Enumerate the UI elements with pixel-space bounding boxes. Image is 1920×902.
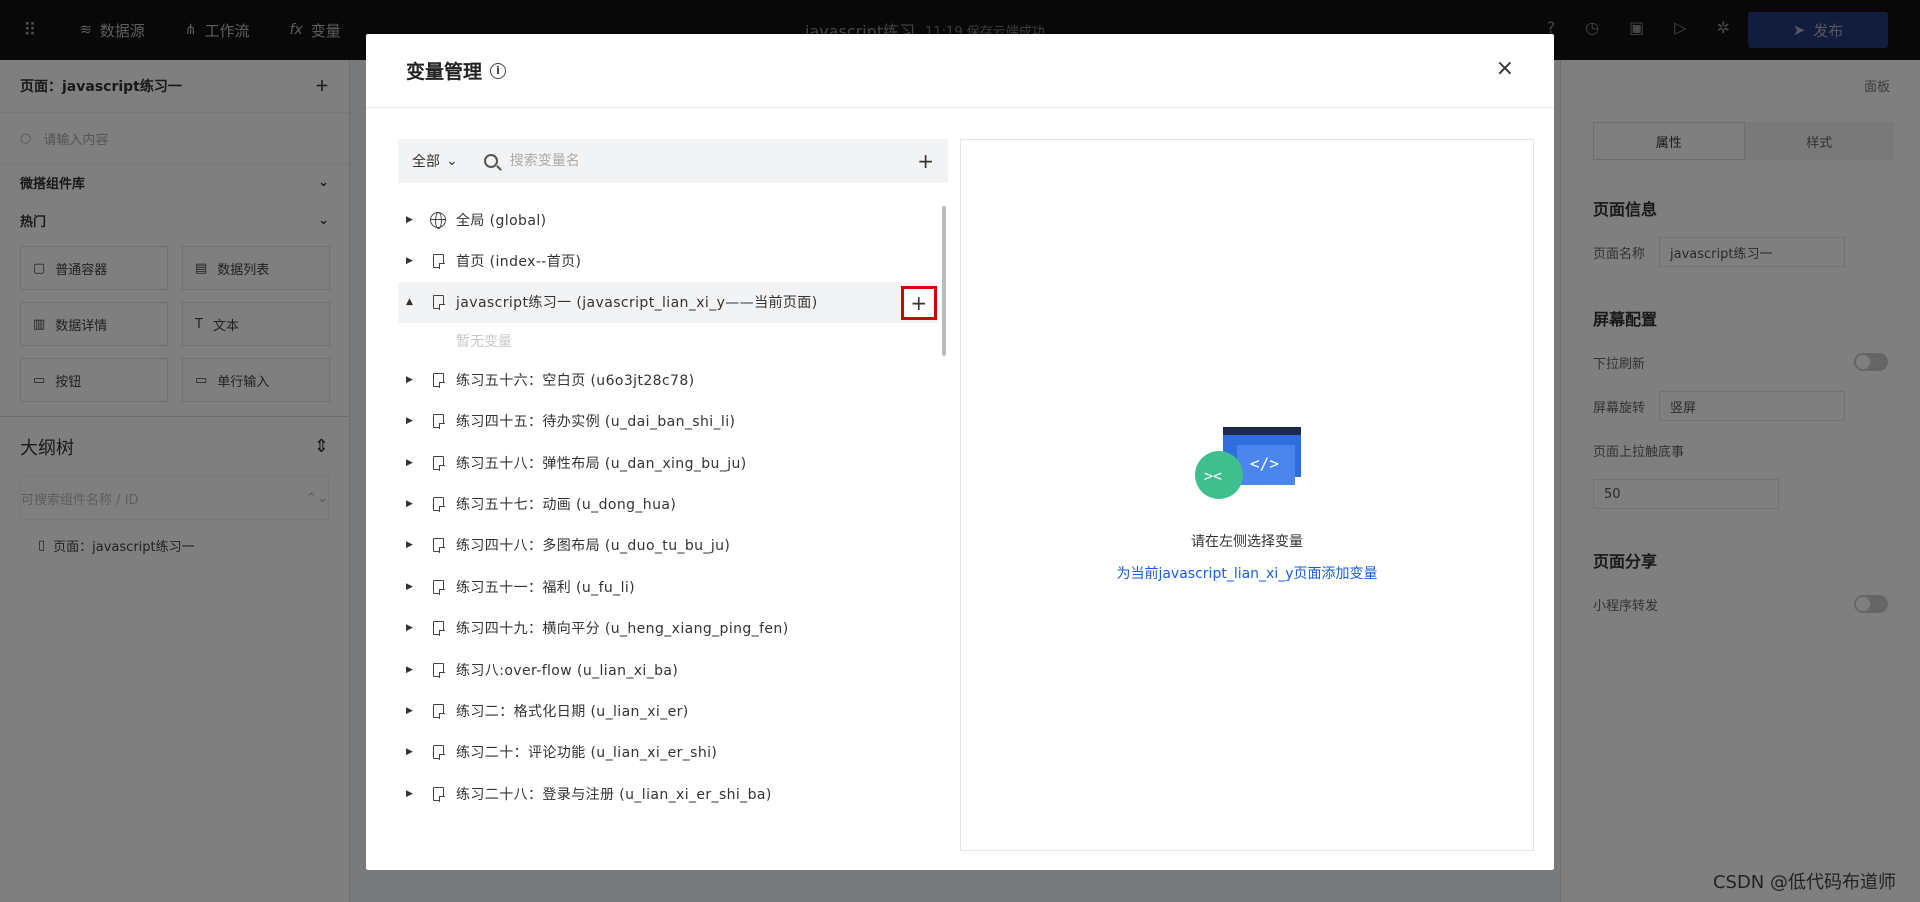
caret-right-icon[interactable]: ▶ — [406, 747, 422, 757]
tree-row-label: 练习四十五：待办实例 (u_dai_ban_shi_li) — [456, 414, 736, 431]
tree-row[interactable]: ▶ 练习五十六：空白页 (u6o3jt28c78) — [398, 359, 938, 400]
caret-right-icon[interactable]: ▶ — [406, 665, 422, 675]
filter-label: 全部 — [412, 154, 440, 170]
empty-variables-text: 暂无变量 — [456, 334, 512, 351]
tree-row-label: 练习五十七：动画 (u_dong_hua) — [456, 497, 677, 514]
caret-right-icon[interactable]: ▶ — [406, 416, 422, 426]
tree-scrollbar[interactable] — [942, 206, 946, 356]
caret-right-icon[interactable]: ▶ — [406, 499, 422, 509]
tree-row[interactable]: ▶ 练习二十八：登录与注册 (u_lian_xi_er_shi_ba) — [398, 773, 938, 814]
tree-row[interactable]: ▶ 练习五十八：弹性布局 (u_dan_xing_bu_ju) — [398, 442, 938, 483]
close-icon[interactable]: × — [1496, 56, 1514, 81]
tree-row-label: 练习二：格式化日期 (u_lian_xi_er) — [456, 703, 689, 720]
add-variable-icon[interactable]: + — [917, 149, 934, 173]
page-icon — [428, 660, 448, 680]
tree-row-label: 首页 (index--首页) — [456, 254, 582, 271]
caret-right-icon[interactable]: ▶ — [406, 256, 422, 266]
chevron-down-icon: ⌄ — [446, 153, 458, 169]
page-icon — [428, 494, 448, 514]
tree-row[interactable]: ▶ 练习四十八：多图布局 (u_duo_tu_bu_ju) — [398, 525, 938, 566]
tree-row-label: 练习五十一：福利 (u_fu_li) — [456, 579, 636, 596]
tree-row[interactable]: ▲ javascript练习一 (javascript_lian_xi_y——当前… — [398, 281, 938, 324]
page-icon — [428, 411, 448, 431]
svg-text:><: >< — [1204, 467, 1222, 485]
tree-row[interactable]: ▶ 练习二：格式化日期 (u_lian_xi_er) — [398, 690, 938, 731]
page-icon — [428, 370, 448, 390]
page-icon — [428, 453, 448, 473]
tree-row[interactable]: ▶ 练习五十七：动画 (u_dong_hua) — [398, 483, 938, 524]
info-icon[interactable]: i — [490, 62, 507, 79]
empty-tip: 请在左侧选择变量 — [1191, 534, 1303, 550]
page-icon — [428, 535, 448, 555]
add-page-variable-button[interactable]: + — [901, 285, 937, 320]
globe-icon — [428, 210, 448, 230]
tree-row[interactable]: ▶ 练习四十五：待办实例 (u_dai_ban_shi_li) — [398, 401, 938, 442]
watermark: CSDN @低代码布道师 — [1712, 872, 1896, 893]
svg-text:</>: </> — [1250, 454, 1279, 473]
caret-right-icon[interactable]: ▶ — [406, 375, 422, 385]
tree-row-label: 练习四十八：多图布局 (u_duo_tu_bu_ju) — [456, 538, 731, 555]
caret-right-icon[interactable]: ▶ — [406, 458, 422, 468]
code-illustration-icon: </> >< — [1195, 427, 1301, 499]
tree-row-label: 练习五十八：弹性布局 (u_dan_xing_bu_ju) — [456, 455, 747, 472]
variable-search-input[interactable] — [509, 153, 890, 169]
page-icon — [428, 618, 448, 638]
caret-right-icon[interactable]: ▶ — [406, 540, 422, 550]
tree-row-label: 练习五十六：空白页 (u6o3jt28c78) — [456, 372, 695, 389]
page-icon — [428, 292, 448, 312]
caret-up-icon[interactable]: ▲ — [406, 297, 422, 307]
variable-tree: ▶ 全局 (global) ▶ 首页 (index--首页) ▲ javascript练习… — [398, 199, 938, 851]
add-page-variable-link[interactable]: 为当前javascript_lian_xi_y页面添加变量 — [961, 563, 1533, 583]
tree-row-label: javascript练习一 (javascript_lian_xi_y——当前页… — [456, 295, 818, 312]
search-icon — [483, 154, 498, 168]
page-icon — [428, 742, 448, 762]
page-icon — [428, 701, 448, 721]
tree-row[interactable]: ▶ 练习四十九：横向平分 (u_heng_xiang_ping_fen) — [398, 608, 938, 649]
tree-row-label: 练习二十八：登录与注册 (u_lian_xi_er_shi_ba) — [456, 786, 772, 803]
tree-row[interactable]: ▶ 首页 (index--首页) — [398, 240, 938, 281]
tree-row[interactable]: ▶ 练习二十：评论功能 (u_lian_xi_er_shi) — [398, 732, 938, 773]
dialog-header: 变量管理 i × — [366, 34, 1554, 108]
page-icon — [428, 251, 448, 271]
tree-row-label: 全局 (global) — [456, 212, 547, 229]
tree-row[interactable]: ▶ 全局 (global) — [398, 199, 938, 240]
caret-right-icon[interactable]: ▶ — [406, 706, 422, 716]
variable-detail-panel: </> >< 请在左侧选择变量 为当前javascript_lian_xi_y页… — [960, 139, 1534, 851]
variable-toolbar: 全部 ⌄ + — [398, 139, 948, 183]
tree-row-label: 练习八:over-flow (u_lian_xi_ba) — [456, 662, 679, 679]
page-icon — [428, 577, 448, 597]
tree-row[interactable]: ▶ 练习五十一：福利 (u_fu_li) — [398, 566, 938, 607]
dialog-title: 变量管理 — [406, 61, 483, 83]
caret-right-icon[interactable]: ▶ — [406, 215, 422, 225]
caret-right-icon[interactable]: ▶ — [406, 582, 422, 592]
scope-filter-select[interactable]: 全部 ⌄ — [412, 151, 458, 171]
tree-row-label: 练习四十九：横向平分 (u_heng_xiang_ping_fen) — [456, 621, 789, 638]
variable-list-panel: 全部 ⌄ + ▶ 全局 (global) ▶ 首页 (index--首页) ▲ javas… — [398, 139, 948, 851]
page-icon — [428, 784, 448, 804]
tree-row-label: 练习二十：评论功能 (u_lian_xi_er_shi) — [456, 745, 718, 762]
tree-row[interactable]: ▶ 练习八:over-flow (u_lian_xi_ba) — [398, 649, 938, 690]
variable-manager-dialog: 变量管理 i × 全部 ⌄ + ▶ 全局 (global) ▶ 首页 (index--… — [366, 34, 1554, 870]
caret-right-icon[interactable]: ▶ — [406, 623, 422, 633]
caret-right-icon[interactable]: ▶ — [406, 789, 422, 799]
